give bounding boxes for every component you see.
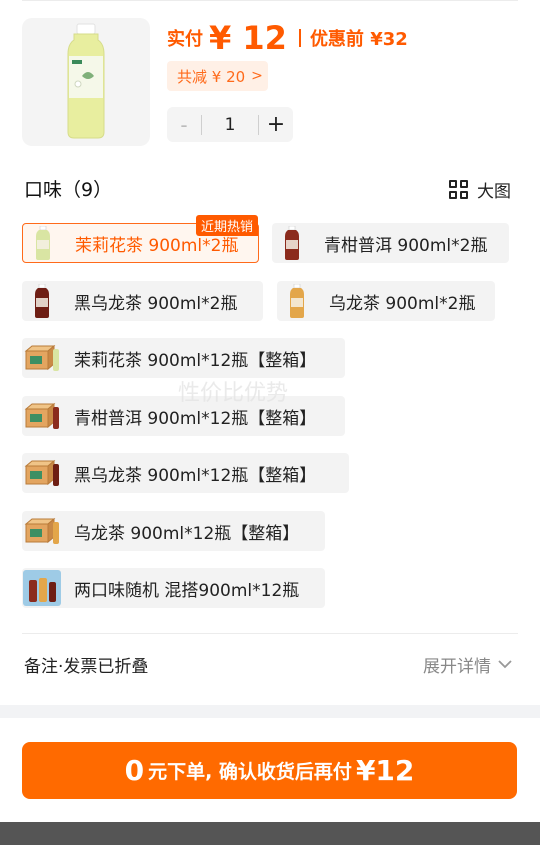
- flavor-option[interactable]: 茉莉花茶 900ml*12瓶【整箱】: [22, 338, 345, 378]
- original-price: 优惠前 ¥32: [309, 29, 408, 50]
- flavor-option[interactable]: 青柑普洱 900ml*2瓶: [272, 223, 509, 263]
- case-box-icon: [22, 396, 62, 436]
- flavor-option[interactable]: 青柑普洱 900ml*12瓶【整箱】: [22, 396, 345, 436]
- price-divider: [298, 29, 301, 47]
- single-bottle-icon: [23, 223, 63, 263]
- price-row: 实付 ¥ 12 优惠前 ¥32: [167, 18, 408, 58]
- flavor-option[interactable]: 黑乌龙茶 900ml*2瓶: [22, 281, 263, 321]
- flavor-option-label: 茉莉花茶 900ml*12瓶【整箱】: [74, 350, 317, 371]
- single-bottle-icon: [277, 281, 317, 321]
- top-divider: [22, 0, 518, 1]
- chevron-down-icon: [498, 660, 512, 669]
- notes-label: 备注·发票已折叠: [24, 657, 149, 677]
- case-box-icon: [22, 453, 62, 493]
- flavor-option-label: 乌龙茶 900ml*2瓶: [329, 293, 476, 314]
- big-view-toggle[interactable]: 大图: [449, 177, 511, 202]
- flavor-section-title: 口味（9）: [24, 179, 113, 201]
- decrement-button[interactable]: -: [167, 107, 201, 142]
- expand-details-label: 展开详情: [423, 657, 491, 677]
- submit-text: 元下单, 确认收货后再付: [148, 761, 352, 783]
- tea-bottle-image: [67, 23, 105, 139]
- discount-chip[interactable]: 共减 ¥ 20 >: [167, 61, 268, 91]
- flavor-option[interactable]: 两口味随机 混搭900ml*12瓶: [22, 568, 325, 608]
- flavor-option[interactable]: 乌龙茶 900ml*12瓶【整箱】: [22, 511, 325, 551]
- increment-button[interactable]: +: [259, 107, 293, 142]
- single-bottle-icon: [272, 223, 312, 263]
- section-separator: [0, 705, 540, 718]
- grid-icon: [449, 179, 469, 200]
- single-bottle-icon: [22, 281, 62, 321]
- chevron-right-icon: >: [251, 68, 263, 84]
- flavor-option-label: 黑乌龙茶 900ml*2瓶: [74, 293, 238, 314]
- price-label: 实付: [167, 29, 203, 50]
- discount-label: 共减 ¥ 20: [177, 67, 246, 86]
- quantity-stepper[interactable]: - 1 +: [167, 107, 293, 142]
- flavor-option-label: 乌龙茶 900ml*12瓶【整箱】: [74, 523, 300, 544]
- expand-details-button[interactable]: 展开详情: [423, 652, 512, 677]
- notes-divider: [22, 633, 518, 634]
- product-image[interactable]: [22, 18, 150, 146]
- hot-sale-badge: 近期热销: [195, 215, 258, 236]
- flavor-option[interactable]: 乌龙茶 900ml*2瓶: [277, 281, 495, 321]
- case-box-icon: [22, 338, 62, 378]
- flavor-option-label: 青柑普洱 900ml*12瓶【整箱】: [74, 408, 317, 429]
- flavor-option-label: 两口味随机 混搭900ml*12瓶: [74, 580, 300, 601]
- bottom-bar: [0, 822, 540, 845]
- submit-amount-later: ¥12: [355, 754, 415, 787]
- flavor-option[interactable]: 黑乌龙茶 900ml*12瓶【整箱】: [22, 453, 349, 493]
- big-view-label: 大图: [477, 182, 511, 202]
- case-box-icon: [22, 511, 62, 551]
- submit-order-button[interactable]: 0 元下单, 确认收货后再付 ¥12: [22, 742, 517, 799]
- flavor-option-label: 黑乌龙茶 900ml*12瓶【整箱】: [74, 465, 317, 486]
- submit-amount-now: 0: [124, 754, 145, 787]
- mixed-bottles-icon: [22, 568, 62, 608]
- quantity-value[interactable]: 1: [201, 114, 259, 135]
- flavor-option[interactable]: 茉莉花茶 900ml*2瓶 近期热销: [22, 215, 259, 263]
- flavor-option-label: 青柑普洱 900ml*2瓶: [324, 235, 488, 256]
- price-value: ¥ 12: [209, 19, 287, 57]
